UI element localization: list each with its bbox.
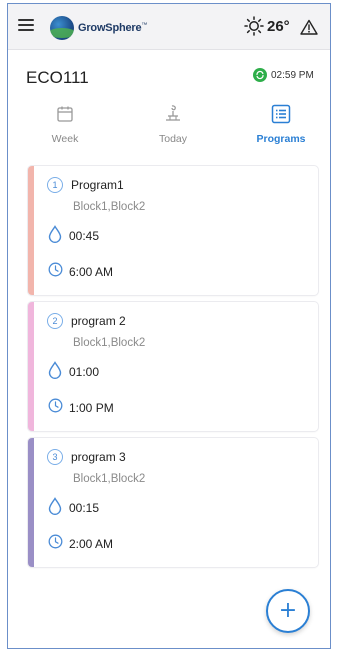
program-start-time: 1:00 PM	[69, 401, 114, 415]
top-bar: GrowSphere™ 26°	[8, 4, 330, 50]
program-blocks: Block1,Block2	[73, 473, 146, 485]
program-number-badge: 1	[47, 177, 63, 193]
hamburger-menu-icon[interactable]	[18, 19, 34, 33]
clock-icon	[48, 262, 63, 277]
sync-status-icon	[253, 68, 267, 82]
clock-icon	[48, 398, 63, 413]
program-card-3[interactable]: 3 program 3 Block1,Block2 00:15 2:00 AM	[28, 438, 318, 567]
program-start-time: 6:00 AM	[69, 265, 114, 279]
program-card-2[interactable]: 2 program 2 Block1,Block2 01:00 1:00 PM	[28, 302, 318, 431]
list-icon	[271, 104, 291, 124]
device-time: 02:59 PM	[271, 69, 314, 81]
water-drop-icon	[48, 225, 62, 243]
sprinkler-icon	[166, 105, 180, 121]
add-program-button[interactable]: +	[266, 589, 310, 633]
tab-week-label: Week	[51, 133, 79, 145]
program-name: program 2	[71, 314, 126, 328]
temperature: 26°	[267, 17, 290, 35]
plus-icon: +	[278, 598, 298, 623]
program-duration: 01:00	[69, 365, 100, 379]
tab-today[interactable]: Today	[133, 104, 213, 145]
app-screen: GrowSphere™ 26° ECO111 02:59 PM Week Tod…	[7, 3, 331, 649]
program-color-stripe	[28, 438, 34, 567]
calendar-icon	[57, 106, 73, 122]
program-number-badge: 3	[47, 449, 63, 465]
water-drop-icon	[48, 361, 62, 379]
brand-name: GrowSphere™	[78, 22, 148, 34]
program-card-1[interactable]: 1 Program1 Block1,Block2 00:45 6:00 AM	[28, 166, 318, 295]
weather-widget: 26°	[244, 16, 290, 36]
tab-week[interactable]: Week	[25, 104, 105, 145]
device-status: 02:59 PM	[253, 68, 314, 82]
device-name: ECO111	[26, 68, 89, 87]
globe-logo-icon	[50, 16, 74, 40]
tab-today-label: Today	[158, 133, 188, 145]
sun-icon	[244, 16, 264, 36]
warning-triangle-icon[interactable]	[300, 19, 318, 35]
program-name: Program1	[71, 178, 124, 192]
brand-logo: GrowSphere™	[50, 16, 147, 40]
clock-icon	[48, 534, 63, 549]
tab-programs-label: Programs	[256, 133, 306, 145]
program-duration: 00:15	[69, 501, 100, 515]
tab-bar: Week Today Programs	[8, 104, 330, 154]
program-start-time: 2:00 AM	[69, 537, 114, 551]
program-number-badge: 2	[47, 313, 63, 329]
program-name: program 3	[71, 450, 126, 464]
program-blocks: Block1,Block2	[73, 201, 146, 213]
program-blocks: Block1,Block2	[73, 337, 146, 349]
water-drop-icon	[48, 497, 62, 515]
program-color-stripe	[28, 166, 34, 295]
program-color-stripe	[28, 302, 34, 431]
program-duration: 00:45	[69, 229, 100, 243]
tab-programs[interactable]: Programs	[241, 104, 321, 145]
